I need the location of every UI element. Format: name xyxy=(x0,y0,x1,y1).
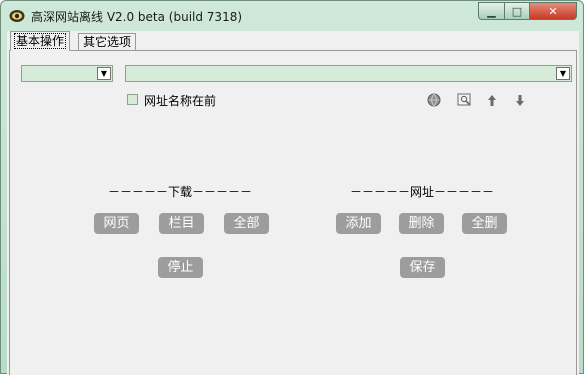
tab-basic-operations[interactable]: 基本操作 xyxy=(10,31,71,51)
chevron-down-icon[interactable]: ▼ xyxy=(97,67,111,80)
globe-icon[interactable] xyxy=(426,92,442,108)
save-button[interactable]: 保存 xyxy=(400,257,445,278)
title-bar[interactable]: 高深网站离线 V2.0 beta (build 7318) ▁ □ ✕ xyxy=(1,1,584,31)
maximize-icon: □ xyxy=(511,4,523,18)
app-window: 高深网站离线 V2.0 beta (build 7318) ▁ □ ✕ 基本操作… xyxy=(0,0,584,375)
url-name-first-checkbox[interactable] xyxy=(127,94,138,105)
eye-icon xyxy=(9,8,25,22)
close-button[interactable]: ✕ xyxy=(529,2,577,20)
tab-panel: ▼ ▼ 网址名称在前 －－－－－下载－－－－－ －－－－－网址－－－－－ 网页 … xyxy=(9,50,577,375)
preview-icon[interactable] xyxy=(456,92,472,108)
delete-all-urls-button[interactable]: 全删 xyxy=(462,213,507,234)
tab-other-options[interactable]: 其它选项 xyxy=(78,33,137,50)
download-section-label: －－－－－下载－－－－－ xyxy=(108,185,253,199)
tab-label: 其它选项 xyxy=(83,35,132,49)
download-column-button[interactable]: 栏目 xyxy=(159,213,204,234)
maximize-button[interactable]: □ xyxy=(504,2,530,20)
up-arrow-icon[interactable] xyxy=(484,92,500,108)
mode-dropdown[interactable]: ▼ xyxy=(21,65,113,82)
delete-url-button[interactable]: 删除 xyxy=(399,213,444,234)
client-area: 基本操作 其它选项 ▼ ▼ 网址名称在前 －－－－－下载－－－－－ －－－－－网… xyxy=(7,31,579,375)
tab-strip: 基本操作 其它选项 xyxy=(7,31,579,51)
url-name-first-label: 网址名称在前 xyxy=(144,94,217,108)
stop-button[interactable]: 停止 xyxy=(158,257,203,278)
minimize-button[interactable]: ▁ xyxy=(478,2,505,20)
down-arrow-icon[interactable] xyxy=(512,92,528,108)
add-url-button[interactable]: 添加 xyxy=(336,213,381,234)
download-web-button[interactable]: 网页 xyxy=(94,213,139,234)
download-all-button[interactable]: 全部 xyxy=(224,213,269,234)
close-icon: ✕ xyxy=(548,4,558,18)
url-dropdown[interactable]: ▼ xyxy=(125,65,572,82)
chevron-down-icon[interactable]: ▼ xyxy=(556,67,570,80)
url-section-label: －－－－－网址－－－－－ xyxy=(350,185,495,199)
minimize-icon: ▁ xyxy=(487,4,496,18)
window-title: 高深网站离线 V2.0 beta (build 7318) xyxy=(31,10,243,24)
tab-label: 基本操作 xyxy=(13,33,67,49)
